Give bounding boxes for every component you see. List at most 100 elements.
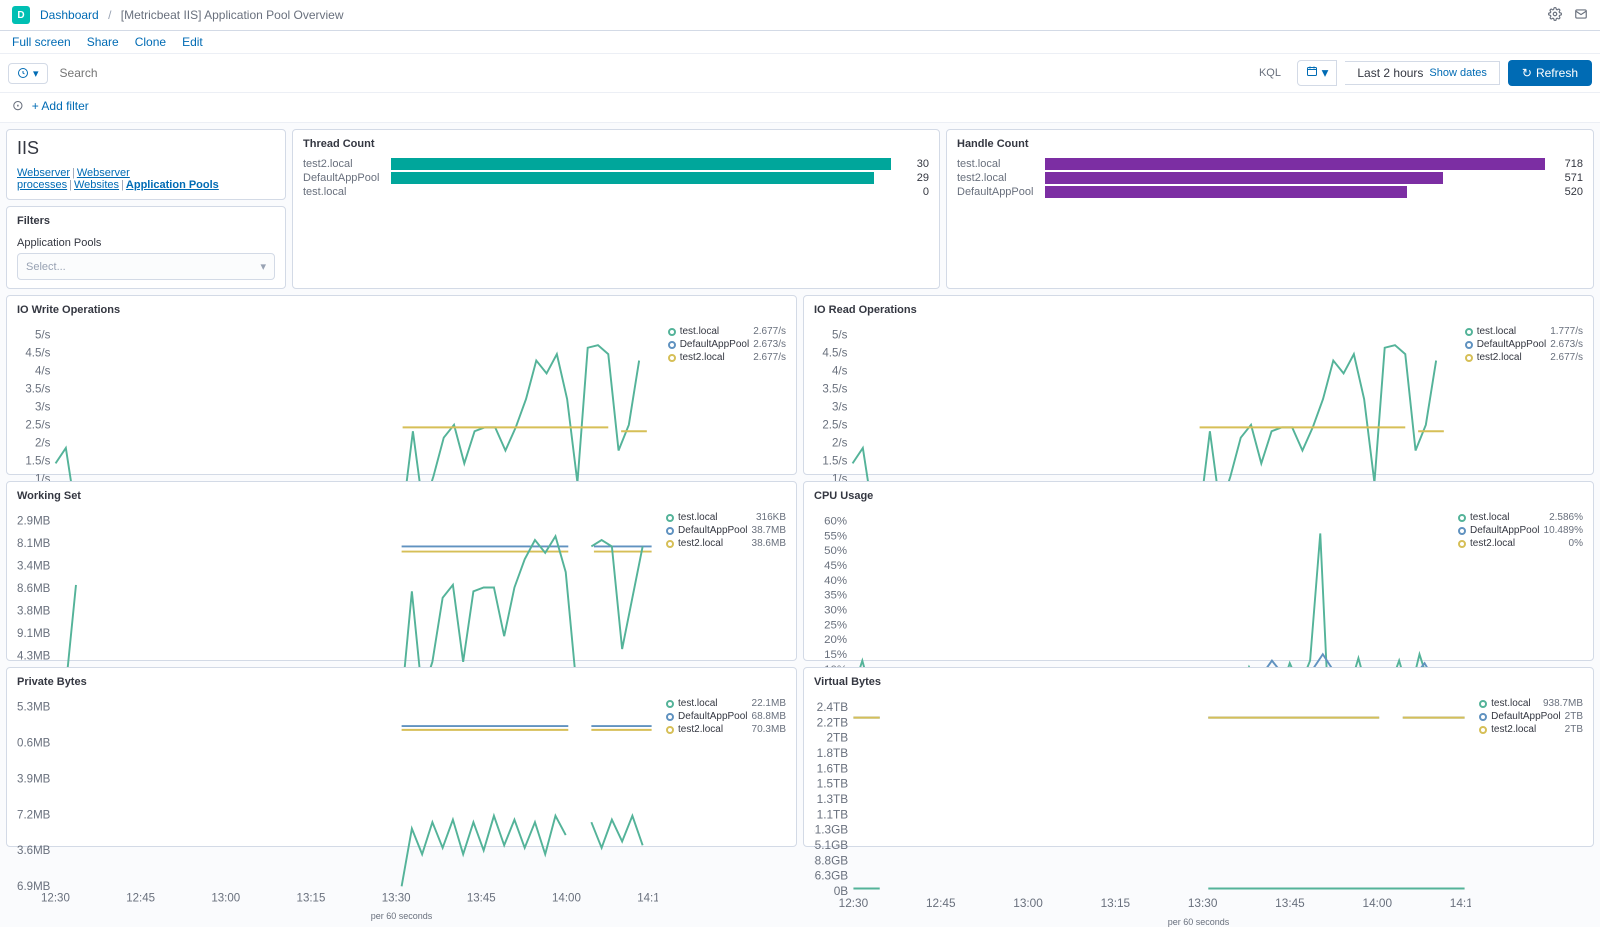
svg-text:40%: 40%	[824, 575, 847, 587]
filters-panel: Filters Application Pools Select... ▾	[6, 206, 286, 289]
svg-text:26.9MB: 26.9MB	[17, 881, 51, 893]
search-input[interactable]	[56, 62, 1251, 84]
search-bar: ▾ KQL ▾ Last 2 hours Show dates ↻ Refres…	[0, 54, 1600, 93]
svg-text:33.4MB: 33.4MB	[17, 561, 51, 573]
refresh-icon: ↻	[1522, 66, 1532, 80]
svg-text:3.5/s: 3.5/s	[822, 384, 847, 396]
nav-link-application-pools[interactable]: Application Pools	[126, 179, 219, 191]
date-range-display[interactable]: Last 2 hours Show dates	[1345, 61, 1500, 85]
svg-text:3/s: 3/s	[832, 402, 848, 414]
panel-title: IO Read Operations	[814, 304, 1583, 316]
date-quick-button[interactable]: ▾	[1297, 60, 1337, 86]
legend-item[interactable]: test2.local2TB	[1479, 724, 1583, 735]
svg-text:47.2MB: 47.2MB	[17, 809, 51, 821]
legend-item[interactable]: test2.local2.677/s	[1465, 352, 1583, 363]
chart-legend: test.local22.1MB DefaultAppPool68.8MB test…	[658, 694, 786, 909]
svg-text:60.6MB: 60.6MB	[17, 738, 51, 750]
chart-legend: test.local938.7MB DefaultAppPool2TB test2.…	[1471, 694, 1583, 915]
legend-item[interactable]: DefaultAppPool10.489%	[1458, 525, 1583, 536]
svg-text:55%: 55%	[824, 530, 847, 542]
legend-item[interactable]: test.local22.1MB	[666, 698, 786, 709]
edit-link[interactable]: Edit	[182, 35, 203, 49]
panel-title: Virtual Bytes	[814, 676, 1583, 688]
svg-text:1.3TB: 1.3TB	[817, 792, 849, 806]
app-pools-select[interactable]: Select... ▾	[17, 253, 275, 280]
svg-text:12:45: 12:45	[926, 896, 956, 910]
svg-text:13:15: 13:15	[1101, 896, 1131, 910]
svg-text:12:30: 12:30	[41, 893, 70, 905]
saved-query-button[interactable]: ▾	[8, 63, 48, 84]
legend-item[interactable]: test.local1.777/s	[1465, 326, 1583, 337]
add-filter-link[interactable]: + Add filter	[32, 99, 89, 113]
svg-text:14:15: 14:15	[1450, 896, 1471, 910]
svg-text:12:30: 12:30	[839, 896, 869, 910]
legend-item[interactable]: DefaultAppPool2.673/s	[668, 339, 786, 350]
legend-item[interactable]: test.local316KB	[666, 512, 786, 523]
svg-text:1.5TB: 1.5TB	[817, 777, 849, 791]
svg-text:4/s: 4/s	[832, 366, 848, 378]
nav-link-websites[interactable]: Websites	[74, 179, 119, 191]
legend-item[interactable]: DefaultAppPool2TB	[1479, 711, 1583, 722]
svg-text:75.3MB: 75.3MB	[17, 702, 51, 714]
svg-text:745.1GB: 745.1GB	[814, 838, 848, 852]
legend-item[interactable]: test.local2.677/s	[668, 326, 786, 337]
svg-text:53.9MB: 53.9MB	[17, 773, 51, 785]
svg-text:2.4TB: 2.4TB	[817, 700, 849, 714]
svg-text:19.1MB: 19.1MB	[17, 628, 51, 640]
chart-working_set: Working Set 4.8MB9.5MB14.3MB19.1MB23.8MB…	[6, 481, 797, 661]
legend-item[interactable]: test2.local70.3MB	[666, 724, 786, 735]
panel-title: Private Bytes	[17, 676, 786, 688]
chart-cpu: CPU Usage 0%5%10%15%20%25%30%35%40%45%50…	[803, 481, 1594, 661]
svg-text:13:45: 13:45	[1275, 896, 1305, 910]
svg-text:13:00: 13:00	[211, 893, 240, 905]
breadcrumb-current: [Metricbeat IIS] Application Pool Overvi…	[121, 8, 344, 22]
svg-text:35%: 35%	[824, 590, 847, 602]
fullscreen-link[interactable]: Full screen	[12, 35, 71, 49]
panel-title: CPU Usage	[814, 490, 1583, 502]
svg-text:14:15: 14:15	[637, 893, 658, 905]
show-dates-link[interactable]: Show dates	[1429, 67, 1486, 79]
chart-io_read: IO Read Operations 0/s0.5/s1/s1.5/s2/s2.…	[803, 295, 1594, 475]
header-bar: D Dashboard / [Metricbeat IIS] Applicati…	[0, 0, 1600, 31]
svg-text:558.8GB: 558.8GB	[814, 853, 848, 867]
thread-count-panel: Thread Count test2.local30DefaultAppPool…	[292, 129, 940, 289]
panel-title: Working Set	[17, 490, 786, 502]
app-logo[interactable]: D	[12, 6, 30, 24]
svg-text:1.5/s: 1.5/s	[822, 456, 847, 468]
legend-item[interactable]: test2.local0%	[1458, 538, 1583, 549]
nav-link-webserver[interactable]: Webserver	[17, 167, 70, 179]
svg-text:2/s: 2/s	[832, 438, 848, 450]
breadcrumb: Dashboard / [Metricbeat IIS] Application…	[40, 8, 344, 22]
svg-text:5/s: 5/s	[832, 330, 848, 342]
legend-item[interactable]: test.local938.7MB	[1479, 698, 1583, 709]
refresh-button[interactable]: ↻ Refresh	[1508, 60, 1592, 86]
filter-toggle-icon[interactable]: ⊙	[12, 97, 24, 114]
filters-label: Application Pools	[17, 237, 275, 249]
legend-item[interactable]: test.local2.586%	[1458, 512, 1583, 523]
svg-text:4.5/s: 4.5/s	[822, 348, 847, 360]
svg-text:2/s: 2/s	[35, 438, 51, 450]
filters-title: Filters	[17, 215, 275, 227]
legend-item[interactable]: test2.local38.6MB	[666, 538, 786, 549]
legend-item[interactable]: DefaultAppPool2.673/s	[1465, 339, 1583, 350]
svg-text:14:00: 14:00	[552, 893, 581, 905]
legend-item[interactable]: DefaultAppPool68.8MB	[666, 711, 786, 722]
svg-text:42.9MB: 42.9MB	[17, 516, 51, 528]
dashboard-grid-top: IIS Webserver|Webserver processes|Websit…	[0, 123, 1600, 295]
breadcrumb-dashboard[interactable]: Dashboard	[40, 8, 99, 22]
handle-count-panel: Handle Count test.local718test2.local571…	[946, 129, 1594, 289]
svg-text:2.5/s: 2.5/s	[822, 420, 847, 432]
legend-item[interactable]: test2.local2.677/s	[668, 352, 786, 363]
svg-text:4/s: 4/s	[35, 366, 51, 378]
settings-icon[interactable]	[1548, 7, 1562, 24]
legend-item[interactable]: DefaultAppPool38.7MB	[666, 525, 786, 536]
svg-text:50%: 50%	[824, 545, 847, 557]
share-icon[interactable]	[1574, 7, 1588, 24]
svg-text:4.5/s: 4.5/s	[25, 348, 50, 360]
svg-text:20%: 20%	[824, 634, 847, 646]
chart-private_bytes: Private Bytes 26.9MB33.6MB47.2MB53.9MB60…	[6, 667, 797, 847]
dashboard-toolbar: Full screen Share Clone Edit	[0, 31, 1600, 54]
share-link[interactable]: Share	[87, 35, 119, 49]
kql-badge[interactable]: KQL	[1259, 67, 1281, 79]
clone-link[interactable]: Clone	[135, 35, 166, 49]
